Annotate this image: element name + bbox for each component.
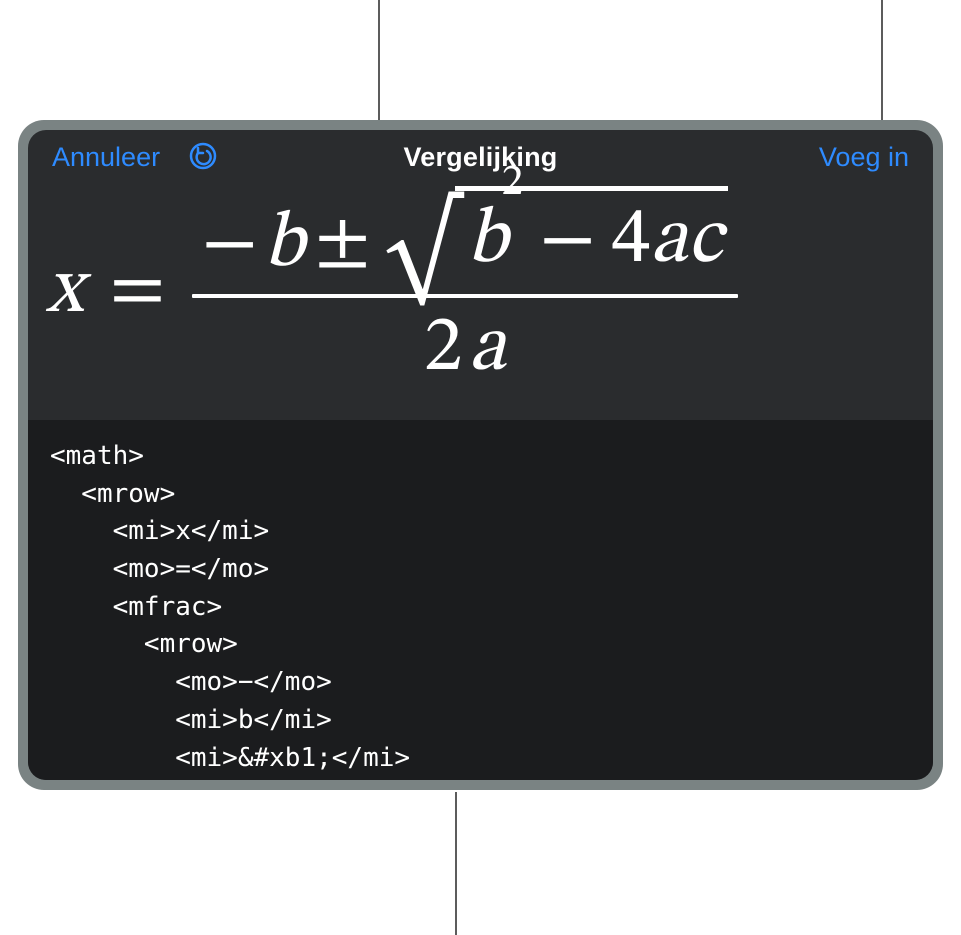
equation-editor-panel: Annuleer Vergelijking Voeg in bbox=[18, 120, 943, 790]
rendered-equation: x = − b ± √ b2 − bbox=[46, 190, 915, 392]
eq-denominator: 2a bbox=[414, 310, 516, 392]
insert-button[interactable]: Voeg in bbox=[815, 140, 913, 175]
callout-line-bottom bbox=[455, 792, 457, 935]
header-bar: Annuleer Vergelijking Voeg in bbox=[28, 130, 933, 184]
eq-b2-exp: 2 bbox=[502, 161, 524, 205]
eq-equals: = bbox=[109, 252, 165, 330]
fraction-bar bbox=[192, 294, 739, 298]
eq-a2: a bbox=[469, 310, 506, 388]
callout-line-top-right bbox=[881, 0, 883, 132]
equation-editor: Annuleer Vergelijking Voeg in bbox=[28, 130, 933, 780]
eq-four: 4 bbox=[612, 202, 651, 280]
eq-b: b bbox=[264, 206, 305, 284]
eq-numerator: − b ± √ b2 − 4ac bbox=[192, 190, 739, 284]
eq-two: 2 bbox=[424, 310, 463, 388]
undo-button[interactable] bbox=[186, 140, 220, 174]
eq-c: c bbox=[688, 202, 723, 280]
radical-icon: √ bbox=[385, 221, 461, 290]
eq-sqrt: √ b2 − 4ac bbox=[385, 190, 729, 284]
eq-a: a bbox=[650, 202, 687, 280]
eq-neg: − bbox=[202, 206, 258, 284]
undo-icon bbox=[188, 141, 218, 174]
mathml-source-editor[interactable]: <math> <mrow> <mi>x</mi> <mo>=</mo> <mfr… bbox=[28, 420, 933, 780]
panel-title: Vergelijking bbox=[404, 142, 558, 173]
cancel-button[interactable]: Annuleer bbox=[48, 140, 164, 175]
eq-fraction: − b ± √ b2 − 4ac bbox=[192, 190, 739, 392]
eq-radicand: b2 − 4ac bbox=[455, 186, 729, 280]
equation-preview: x = − b ± √ b2 − bbox=[28, 184, 933, 420]
eq-pm: ± bbox=[314, 206, 370, 284]
eq-minus2: − bbox=[539, 202, 595, 280]
eq-variable-x: x bbox=[46, 252, 83, 330]
eq-b2-base: b bbox=[467, 202, 508, 280]
